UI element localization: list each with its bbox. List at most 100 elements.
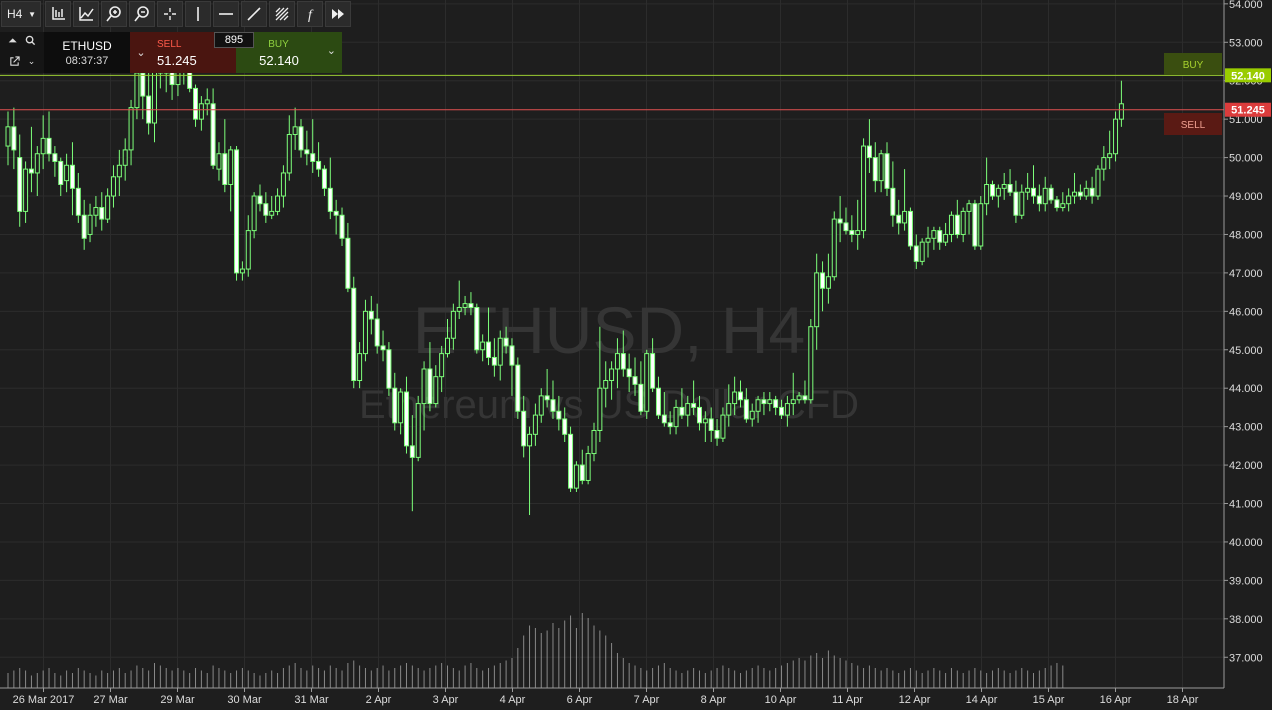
candle — [644, 349, 650, 419]
cursor-cross-icon[interactable] — [157, 1, 183, 27]
time-tick-label: 2 Apr — [366, 694, 392, 706]
crosshair-chart-icon[interactable] — [45, 1, 71, 27]
candle-body-bear — [954, 214, 960, 235]
candle — [351, 276, 357, 389]
time-tick-label: 8 Apr — [701, 694, 727, 706]
candle-body-bull — [280, 172, 286, 197]
candle-body-bull — [732, 391, 738, 405]
candle-body-bull — [480, 341, 486, 351]
candle-body-bull — [855, 230, 861, 235]
vertical-line-icon[interactable] — [185, 1, 211, 27]
candle-body-bull — [597, 387, 603, 431]
time-tick-label: 16 Apr — [1100, 694, 1132, 706]
candle-body-bear — [679, 406, 685, 416]
candle-body-bull — [861, 145, 867, 232]
price-tick-label: 38.000 — [1229, 614, 1263, 626]
candle-body-bear — [632, 376, 638, 385]
candle-body-bull — [1001, 183, 1007, 189]
candle — [415, 395, 421, 462]
caret-down-icon: ▼ — [28, 9, 36, 19]
price-tick-label: 50.000 — [1229, 153, 1263, 165]
candle-body-bull — [1083, 187, 1089, 197]
external-link-icon[interactable] — [9, 56, 20, 70]
fibonacci-icon[interactable] — [269, 1, 295, 27]
price-tick-label: 40.000 — [1229, 537, 1263, 549]
candle-body-bear — [380, 345, 386, 351]
candle — [861, 138, 867, 239]
timeframe-select[interactable]: H4 ▼ — [1, 1, 41, 27]
indicator-icon[interactable] — [73, 1, 99, 27]
trade-panel-controls: ⏶ ⌄ — [0, 32, 44, 73]
candle-body-bear — [972, 203, 978, 247]
candle-body-bull — [919, 241, 925, 262]
price-tick-label: 39.000 — [1229, 575, 1263, 587]
candle-body-bull — [433, 376, 439, 405]
candle-body-bull — [966, 203, 972, 212]
candle-body-bear — [691, 403, 697, 408]
candle-body-bull — [198, 103, 204, 120]
candle-body-bull — [902, 210, 908, 224]
candle-body-bear — [667, 422, 673, 428]
candle-body-bull — [1113, 118, 1119, 155]
time-tick-label: 6 Apr — [567, 694, 593, 706]
candle-body-bull — [755, 399, 761, 412]
candle-body-bull — [445, 337, 450, 355]
function-icon[interactable]: f — [297, 1, 323, 27]
candle-body-bear — [650, 353, 656, 389]
buy-line-button[interactable]: BUY — [1164, 53, 1222, 75]
price-tick-label: 47.000 — [1229, 268, 1263, 280]
candle-body-bear — [743, 399, 749, 420]
time-tick-label: 18 Apr — [1167, 694, 1199, 706]
time-tick-label: 15 Apr — [1033, 694, 1065, 706]
fast-forward-icon[interactable] — [325, 1, 351, 27]
zoom-out-icon[interactable] — [129, 1, 155, 27]
candle-body-bull — [931, 230, 937, 239]
candle-body-bear — [907, 210, 913, 247]
candle-body-bull — [960, 210, 966, 235]
collapse-icon[interactable]: ⏶ — [8, 35, 17, 49]
price-tick-label: 54.000 — [1229, 0, 1263, 11]
candle-body-bear — [579, 464, 585, 481]
candle-body-bear — [849, 230, 855, 235]
price-tick-label: 45.000 — [1229, 345, 1263, 357]
candle-body-bull — [1107, 153, 1113, 159]
candle — [907, 207, 913, 250]
candle-body-bear — [521, 410, 527, 447]
sell-line-button[interactable]: SELL — [1164, 113, 1222, 135]
search-icon[interactable] — [25, 35, 36, 49]
candle-body-bull — [532, 414, 538, 435]
price-tick-label: 53.000 — [1229, 37, 1263, 49]
candle — [919, 238, 925, 266]
candle-body-bear — [58, 160, 64, 185]
candle-body-bull — [357, 353, 363, 382]
candle-body-bull — [685, 403, 691, 416]
price-tick-label: 43.000 — [1229, 422, 1263, 434]
horizontal-line-icon[interactable] — [213, 1, 239, 27]
time-tick-label: 27 Mar — [93, 694, 128, 706]
price-chart[interactable]: ETHUSD, H4 Ethereum vs US Dollar CFD BUY… — [0, 0, 1272, 710]
candle-body-bear — [468, 303, 474, 308]
sell-chevron-icon[interactable]: ⌄ — [130, 32, 152, 73]
candle-body-bull — [1060, 203, 1066, 209]
candle — [515, 357, 521, 419]
trend-line-icon[interactable] — [241, 1, 267, 27]
price-tick-label: 41.000 — [1229, 499, 1263, 511]
price-tick-label: 44.000 — [1229, 383, 1263, 395]
candle-body-bull — [134, 72, 140, 109]
candle-body-bear — [714, 429, 720, 439]
chevron-down-icon[interactable]: ⌄ — [28, 56, 36, 70]
candle-body-bear — [52, 153, 58, 162]
candle-body-bear — [316, 160, 322, 170]
candle-body-bear — [562, 418, 568, 435]
candle-body-bull — [831, 218, 837, 278]
candle-body-bear — [696, 406, 702, 424]
buy-chevron-icon[interactable]: ⌄ — [327, 44, 336, 57]
candle-body-bull — [105, 195, 111, 220]
candle-body-bull — [216, 153, 222, 170]
candle-body-bull — [275, 195, 281, 212]
candle-body-bear — [872, 157, 878, 182]
symbol-info: ETHUSD 08:37:37 — [44, 32, 130, 73]
candle-body-bull — [116, 164, 122, 178]
candle-body-bull — [702, 418, 708, 424]
zoom-in-icon[interactable] — [101, 1, 127, 27]
